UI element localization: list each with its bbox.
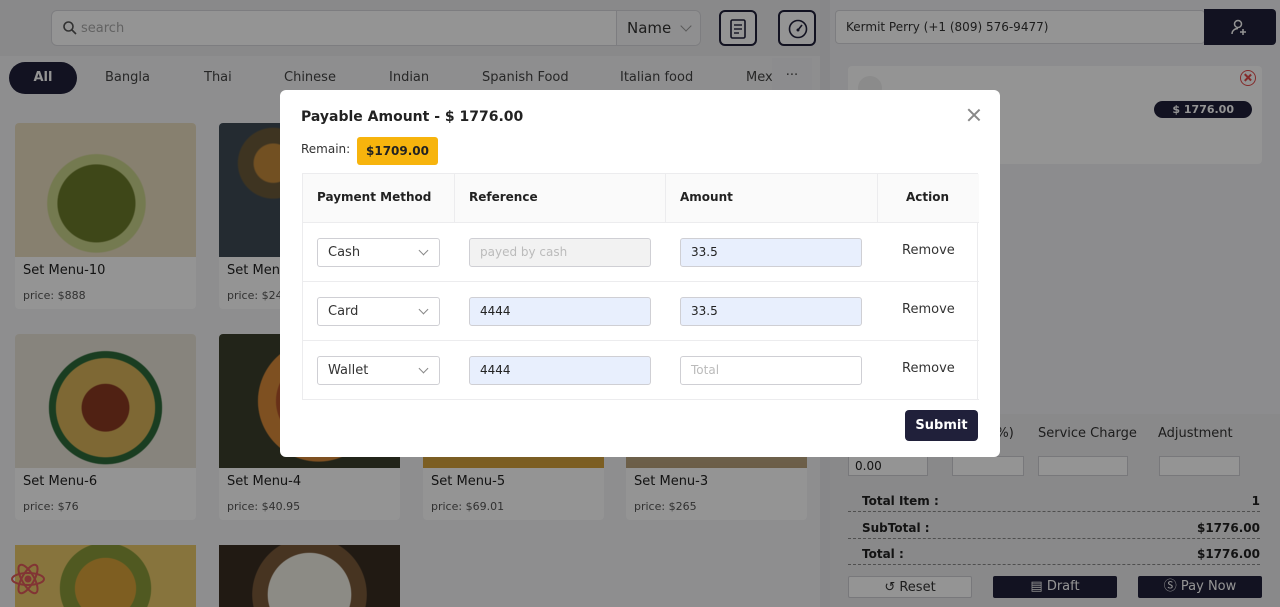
header-reference: Reference [469,190,538,204]
table-row: Wallet 4444 Total Remove [303,341,979,400]
amount-input[interactable]: 33.5 [680,238,862,267]
payment-method-value: Cash [328,245,361,260]
reference-input[interactable]: 4444 [469,356,651,385]
chevron-down-icon [418,245,429,256]
reference-input[interactable]: payed by cash [469,238,651,267]
remove-button[interactable]: Remove [902,361,955,376]
submit-button[interactable]: Submit [905,410,978,441]
column-divider [877,174,878,223]
payment-method-value: Wallet [328,363,369,378]
amount-input[interactable]: 33.5 [680,297,862,326]
modal-title: Payable Amount - $ 1776.00 [301,109,524,125]
header-amount: Amount [680,190,733,204]
remain-label: Remain: [301,142,351,156]
amount-input[interactable]: Total [680,356,862,385]
payment-table: Payment Method Reference Amount Action C… [302,173,979,400]
close-icon[interactable] [967,108,981,122]
payment-method-select[interactable]: Card [317,297,440,326]
header-payment-method: Payment Method [317,190,432,204]
header-action: Action [906,190,950,204]
table-row: Cash payed by cash 33.5 Remove [303,223,979,282]
remove-button[interactable]: Remove [902,302,955,317]
payment-method-value: Card [328,304,359,319]
table-row: Card 4444 33.5 Remove [303,282,979,341]
remove-button[interactable]: Remove [902,243,955,258]
payment-modal: Payable Amount - $ 1776.00 Remain: $1709… [280,90,1000,457]
payment-method-select[interactable]: Cash [317,238,440,267]
chevron-down-icon [418,363,429,374]
reference-input[interactable]: 4444 [469,297,651,326]
chevron-down-icon [418,304,429,315]
payment-method-select[interactable]: Wallet [317,356,440,385]
table-header: Payment Method Reference Amount Action [303,174,979,223]
column-divider [665,174,666,223]
column-divider [454,174,455,223]
remain-badge: $1709.00 [357,137,439,165]
